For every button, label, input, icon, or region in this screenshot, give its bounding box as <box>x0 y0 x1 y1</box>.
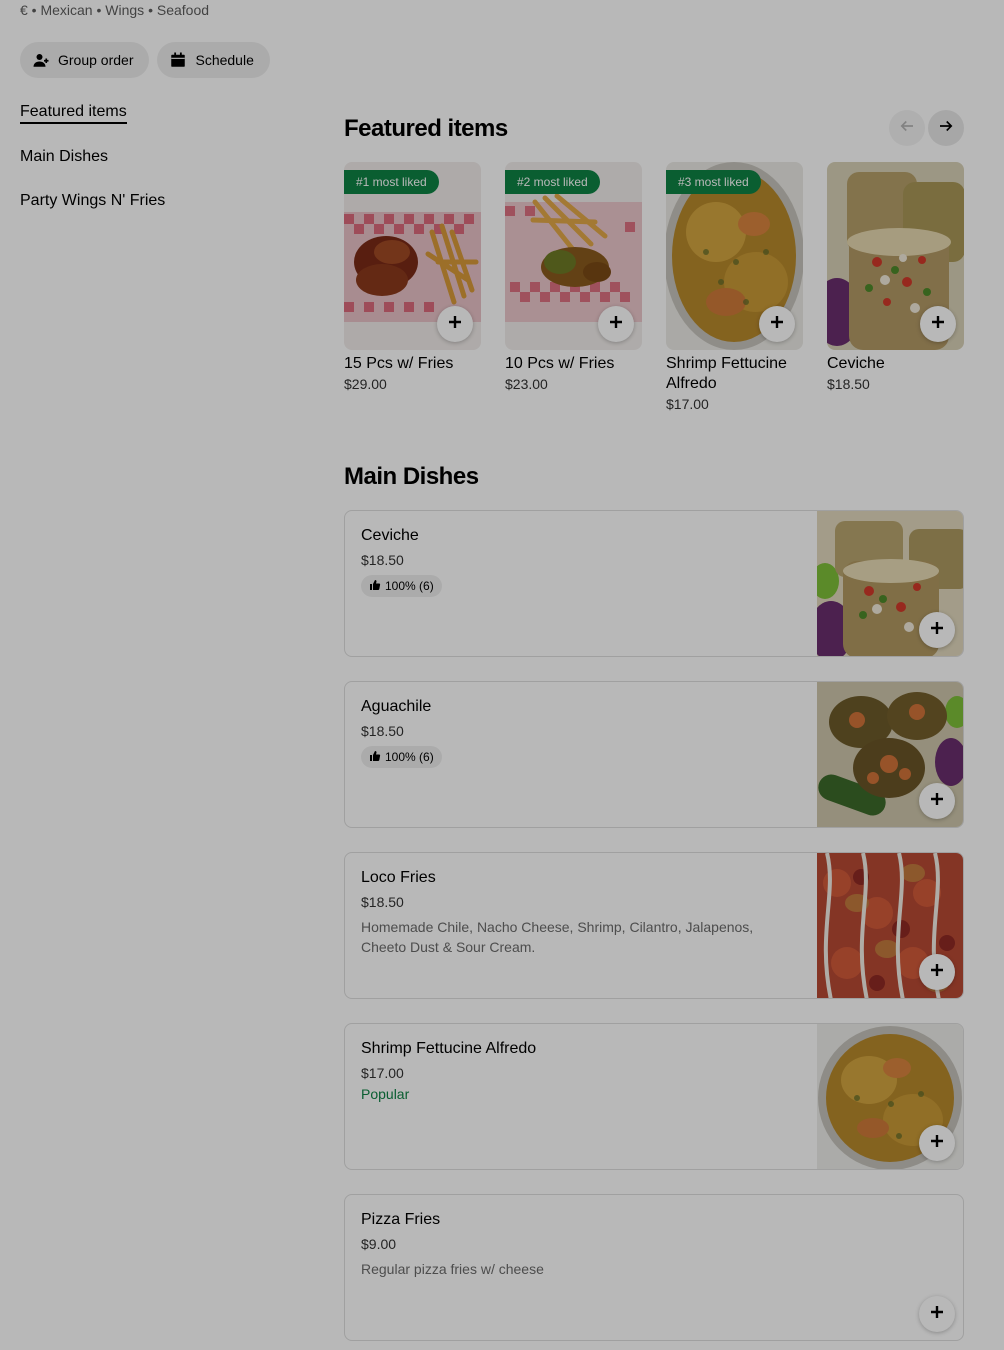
add-to-cart-button[interactable] <box>598 306 634 342</box>
featured-title: Featured items <box>344 115 508 142</box>
add-to-cart-button[interactable] <box>919 954 955 990</box>
rating-badge: 100% (6) <box>361 746 442 768</box>
plus-icon <box>930 1134 944 1153</box>
featured-item-card[interactable]: Ceviche $18.50 <box>827 162 964 394</box>
nav-item-main-dishes[interactable]: Main Dishes <box>20 145 108 169</box>
featured-item-price: $23.00 <box>505 376 548 392</box>
carousel-next-button[interactable] <box>928 110 964 146</box>
nav-item-featured[interactable]: Featured items <box>20 100 127 124</box>
featured-item-price: $18.50 <box>827 376 870 392</box>
add-to-cart-button[interactable] <box>920 306 956 342</box>
featured-item-price: $29.00 <box>344 376 387 392</box>
menu-item-name: Aguachile <box>361 698 432 715</box>
featured-carousel: #1 most liked 15 Pcs w/ Fries $29.00 #2 … <box>344 162 964 422</box>
most-liked-badge: #1 most liked <box>344 170 439 194</box>
menu-item-card[interactable]: Pizza Fries $9.00 Regular pizza fries w/… <box>344 1194 964 1341</box>
featured-item-card[interactable]: #3 most liked Shrimp Fettucine Alfredo $… <box>666 162 803 414</box>
shrimp-alfredo-photo: #3 most liked <box>666 162 803 350</box>
plus-icon <box>930 792 944 811</box>
person-add-icon <box>32 51 50 69</box>
plus-icon <box>930 621 944 640</box>
featured-item-name: Ceviche <box>827 355 885 372</box>
schedule-button[interactable]: Schedule <box>157 42 270 78</box>
menu-item-card[interactable]: Aguachile $18.50 100% (6) <box>344 681 964 828</box>
calendar-icon <box>169 51 187 69</box>
menu-item-name: Ceviche <box>361 527 419 544</box>
popular-tag: Popular <box>361 1086 410 1102</box>
featured-item-name: 10 Pcs w/ Fries <box>505 355 615 372</box>
rating-text: 100% (6) <box>385 579 434 593</box>
rating-badge: 100% (6) <box>361 575 442 597</box>
add-to-cart-button[interactable] <box>437 306 473 342</box>
menu-item-price: $18.50 <box>361 723 404 739</box>
menu-item-name: Pizza Fries <box>361 1211 441 1228</box>
plus-icon <box>609 315 623 334</box>
thumbs-up-icon <box>369 750 381 765</box>
ceviche-photo <box>827 162 964 350</box>
menu-item-name: Loco Fries <box>361 869 436 886</box>
add-to-cart-button[interactable] <box>759 306 795 342</box>
menu-item-description: Regular pizza fries w/ cheese <box>361 1261 544 1277</box>
rating-text: 100% (6) <box>385 750 434 764</box>
add-to-cart-button[interactable] <box>919 612 955 648</box>
most-liked-badge: #3 most liked <box>666 170 761 194</box>
thumbs-up-icon <box>369 579 381 594</box>
plus-icon <box>448 315 462 334</box>
arrow-right-icon <box>937 117 955 140</box>
menu-item-price: $17.00 <box>361 1065 404 1081</box>
menu-item-price: $18.50 <box>361 552 404 568</box>
main-dishes-title: Main Dishes <box>344 463 479 490</box>
schedule-label: Schedule <box>195 52 254 68</box>
menu-item-price: $9.00 <box>361 1236 397 1252</box>
featured-item-card[interactable]: #2 most liked 10 Pcs w/ Fries $23.00 <box>505 162 642 394</box>
featured-item-name: Shrimp Fettucine Alfredo <box>666 355 787 392</box>
menu-item-description: Homemade Chile, Nacho Cheese, Shrimp, Ci… <box>361 919 754 955</box>
menu-item-price: $18.50 <box>361 894 404 910</box>
add-to-cart-button[interactable] <box>919 1296 955 1332</box>
featured-item-name: 15 Pcs w/ Fries <box>344 355 454 372</box>
wings-and-fries-photo: #2 most liked <box>505 162 642 350</box>
plus-icon <box>930 1305 944 1324</box>
store-actions: Group order Schedule <box>20 42 270 78</box>
menu-item-card[interactable]: Shrimp Fettucine Alfredo $17.00 Popular <box>344 1023 964 1170</box>
featured-item-price: $17.00 <box>666 396 709 412</box>
store-meta: € • Mexican • Wings • Seafood <box>20 2 210 18</box>
add-to-cart-button[interactable] <box>919 783 955 819</box>
nav-item-party-wings[interactable]: Party Wings N' Fries <box>20 189 165 213</box>
wings-and-fries-photo: #1 most liked <box>344 162 481 350</box>
menu-item-card[interactable]: Ceviche $18.50 100% (6) <box>344 510 964 657</box>
menu-item-name: Shrimp Fettucine Alfredo <box>361 1040 537 1057</box>
arrow-left-icon <box>898 117 916 140</box>
group-order-label: Group order <box>58 52 134 68</box>
plus-icon <box>770 315 784 334</box>
most-liked-badge: #2 most liked <box>505 170 600 194</box>
add-to-cart-button[interactable] <box>919 1125 955 1161</box>
carousel-prev-button[interactable] <box>889 110 925 146</box>
plus-icon <box>931 315 945 334</box>
plus-icon <box>930 963 944 982</box>
group-order-button[interactable]: Group order <box>20 42 150 78</box>
menu-item-card[interactable]: Loco Fries $18.50 Homemade Chile, Nacho … <box>344 852 964 999</box>
featured-item-card[interactable]: #1 most liked 15 Pcs w/ Fries $29.00 <box>344 162 481 394</box>
